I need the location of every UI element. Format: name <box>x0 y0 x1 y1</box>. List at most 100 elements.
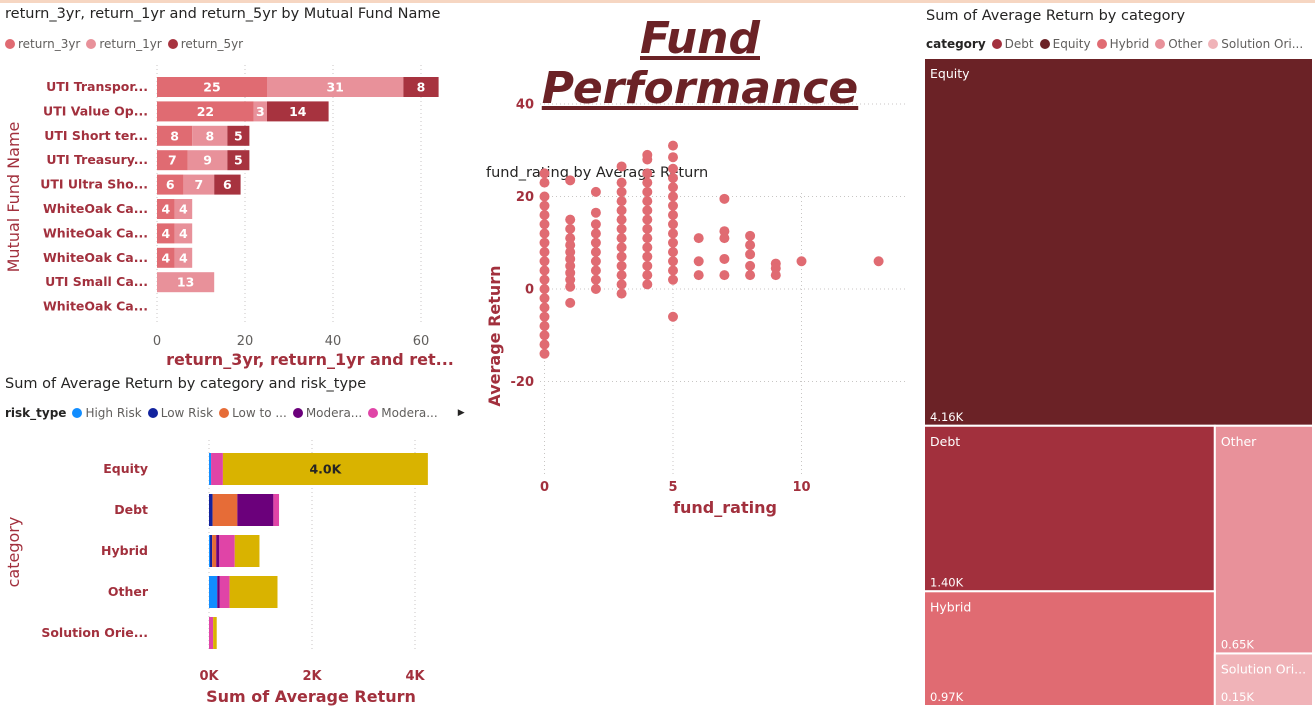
x-tick-label: 2K <box>302 669 322 684</box>
legend-item-low-risk[interactable]: Low Risk <box>147 406 213 420</box>
legend-dot <box>147 408 158 418</box>
legend-dot <box>1096 39 1107 49</box>
bar-very-high <box>234 535 260 567</box>
legend-item-debt[interactable]: Debt <box>991 37 1034 51</box>
y-tick-label: 40 <box>516 98 534 113</box>
scatter-point <box>642 168 653 179</box>
scatter-point <box>539 321 550 331</box>
scatter-point <box>668 152 678 163</box>
legend-dot <box>1208 39 1219 49</box>
scatter-point <box>565 281 576 292</box>
category-risk-chart[interactable]: 0K 2K 4K Equity 4.0K Debt Hybrid Other Solution … <box>0 430 480 709</box>
data-label: 8 <box>170 128 179 143</box>
scatter-point <box>539 177 550 188</box>
legend-item-return-1yr[interactable]: return_1yr <box>86 37 162 51</box>
scatter-point <box>565 297 576 308</box>
scatter-point <box>668 173 678 183</box>
category-risk-legend: risk_type High Risk Low Risk Low to ... … <box>5 406 465 420</box>
bar-moderately-high <box>219 535 235 567</box>
scatter-point <box>590 219 601 230</box>
scatter-point <box>539 302 550 313</box>
bar-low-risk <box>209 494 213 526</box>
bar-high-risk <box>209 453 212 485</box>
scatter-point <box>642 279 653 290</box>
bar-low-risk <box>210 535 213 567</box>
legend-item-hybrid[interactable]: Hybrid <box>1096 37 1149 51</box>
y-tick-label: Debt <box>114 502 148 517</box>
legend-dot <box>292 408 303 418</box>
legend-item-high-risk[interactable]: High Risk <box>72 406 142 420</box>
x-tick-label: 60 <box>413 334 430 349</box>
data-label: 9 <box>203 153 212 168</box>
scatter-point <box>719 233 730 244</box>
treemap-title: Sum of Average Return by category <box>926 8 1186 24</box>
treemap-label: Solution Ori... <box>1221 661 1306 676</box>
scatter-point <box>539 210 550 220</box>
scatter-point <box>539 311 550 322</box>
legend-item-moderate[interactable]: Modera... <box>292 406 362 420</box>
legend-item-other[interactable]: Other <box>1155 37 1202 51</box>
treemap-label: Debt <box>930 434 960 449</box>
treemap-tile-debt <box>923 424 1216 593</box>
legend-item-equity[interactable]: Equity <box>1039 37 1091 51</box>
legend-scroll-right-icon[interactable]: ▶ <box>458 408 465 418</box>
scatter-point <box>539 256 550 267</box>
data-label: 7 <box>194 177 203 192</box>
x-axis-title: Sum of Average Return <box>206 687 416 706</box>
scatter-point <box>590 186 601 197</box>
scatter-point <box>616 288 627 299</box>
scatter-point <box>539 293 550 304</box>
category-treemap[interactable]: Equity 4.16K Debt 1.40K Other 0.65K Hybrid 0.97… <box>920 57 1315 708</box>
scatter-point <box>590 274 601 285</box>
returns-by-fund-title: return_3yr, return_1yr and return_5yr by… <box>5 6 441 22</box>
rating-return-scatter[interactable]: -20 0 20 40 0 5 10 fund_rating Average Return <box>480 98 920 525</box>
legend-item-solution-oriented[interactable]: Solution Ori... <box>1208 37 1303 51</box>
data-label: 4 <box>179 226 188 241</box>
treemap-tile-equity <box>923 57 1314 427</box>
scatter-point <box>745 249 756 260</box>
scatter-point <box>668 265 678 276</box>
y-tick-label: UTI Treasury... <box>46 152 148 167</box>
scatter-point <box>668 256 678 267</box>
legend-dot <box>167 39 178 49</box>
legend-dot <box>1039 39 1050 49</box>
bar-high-risk <box>209 535 211 567</box>
legend-item-moderately-high[interactable]: Modera... <box>368 406 438 420</box>
data-label: 7 <box>168 153 177 168</box>
legend-dot <box>86 39 97 49</box>
legend-dot <box>219 408 230 418</box>
scatter-point <box>693 270 704 281</box>
x-tick-label: 20 <box>237 334 254 349</box>
bar-low-to-moderate <box>212 494 238 526</box>
scatter-point <box>590 207 601 218</box>
bar-low-to-moderate <box>212 535 217 567</box>
scatter-point <box>873 256 884 267</box>
scatter-point <box>616 177 627 188</box>
legend-item-return-5yr[interactable]: return_5yr <box>167 37 243 51</box>
scatter-point <box>642 214 653 225</box>
data-label: 4 <box>179 202 188 217</box>
scatter-point <box>616 223 627 234</box>
y-tick-label: UTI Ultra Sho... <box>40 177 148 192</box>
legend-item-low-to-moderate[interactable]: Low to ... <box>219 406 287 420</box>
bar-moderate <box>237 494 274 526</box>
y-axis-title: Average Return <box>485 265 504 406</box>
data-label: 4 <box>161 202 170 217</box>
scatter-point <box>539 219 550 230</box>
data-label: 8 <box>417 80 426 95</box>
y-tick-label: UTI Value Op... <box>43 103 148 118</box>
data-label: 14 <box>289 104 307 119</box>
y-tick-label: 0 <box>525 283 534 298</box>
scatter-point <box>668 140 678 151</box>
bar-very-high <box>213 617 217 649</box>
y-tick-label: WhiteOak Ca... <box>43 250 148 265</box>
treemap-value-label: 1.40K <box>930 575 964 589</box>
x-tick-label: 40 <box>325 334 342 349</box>
y-tick-label: UTI Short ter... <box>44 128 148 143</box>
treemap-value-label: 0.65K <box>1221 637 1255 651</box>
legend-item-return-3yr[interactable]: return_3yr <box>5 37 80 51</box>
scatter-point <box>616 251 627 262</box>
returns-by-fund-chart[interactable]: 0 20 40 60 UTI Transpor... 25 31 8 UTI Value Op.… <box>0 60 480 370</box>
scatter-point <box>616 214 627 225</box>
x-tick-label: 0 <box>540 480 549 495</box>
